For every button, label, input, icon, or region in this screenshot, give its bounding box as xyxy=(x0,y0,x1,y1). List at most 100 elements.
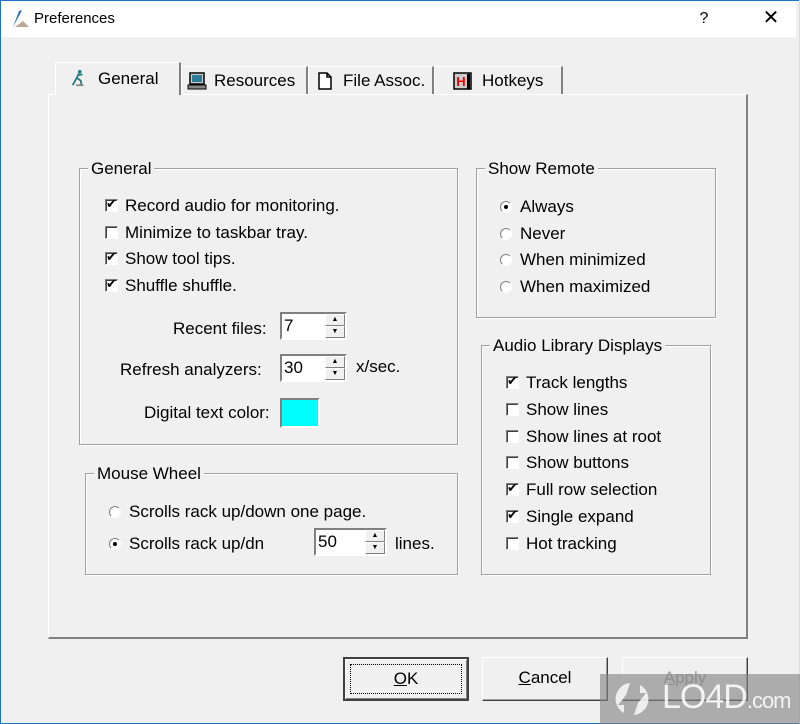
spin-down-button[interactable]: ▼ xyxy=(325,368,345,380)
checkbox[interactable] xyxy=(506,429,519,443)
tab-general[interactable]: General xyxy=(55,62,181,95)
spin-up-button[interactable]: ▲ xyxy=(365,530,385,542)
arrow-up-icon: ▲ xyxy=(331,358,339,365)
spin-up-button[interactable]: ▲ xyxy=(325,356,345,368)
digital-text-color-swatch[interactable] xyxy=(280,398,320,428)
checkbox[interactable]: ✔ xyxy=(506,480,519,497)
checkbox[interactable] xyxy=(506,402,519,416)
checkmark-icon: ✔ xyxy=(106,276,117,292)
ok-button[interactable]: OK xyxy=(343,657,469,701)
arrow-down-icon: ▼ xyxy=(331,370,339,377)
radio-dot-icon xyxy=(504,205,508,209)
cancel-mnemonic: C xyxy=(518,668,531,687)
help-button[interactable]: ? xyxy=(689,5,719,33)
close-button[interactable]: ✕ xyxy=(749,3,793,33)
refresh-analyzers-label: Refresh analyzers: xyxy=(120,360,262,379)
radio-label: Scrolls rack up/down one page. xyxy=(129,502,367,521)
checkmark-icon: ✔ xyxy=(507,480,518,496)
radio-button[interactable] xyxy=(500,201,512,213)
lines-unit-label: lines. xyxy=(395,534,435,553)
checkbox-label: Shuffle shuffle. xyxy=(125,276,237,296)
refresh-unit-label: x/sec. xyxy=(356,357,401,376)
spin-up-button[interactable]: ▲ xyxy=(325,314,345,326)
watermark-suffix: .com xyxy=(746,688,792,713)
checkbox[interactable]: ✔ xyxy=(105,249,118,266)
radio-label: When maximized xyxy=(520,277,651,297)
tab-hotkeys[interactable]: H Hotkeys xyxy=(434,66,563,94)
cancel-button[interactable]: Cancel xyxy=(482,657,608,701)
checkbox-label: Show buttons xyxy=(526,453,630,473)
checkbox[interactable]: ✔ xyxy=(105,276,118,293)
radio-label: Scrolls rack up/dn xyxy=(129,534,265,553)
checkmark-icon: ✔ xyxy=(106,249,117,265)
preferences-dialog: Preferences ? ✕ General Resources File A… xyxy=(0,0,799,724)
radio-button[interactable] xyxy=(109,538,121,550)
tab-label: File Assoc. xyxy=(343,71,426,90)
group-legend: Audio Library Displays xyxy=(490,336,666,356)
checkbox-label: Track lengths xyxy=(526,373,628,392)
checkbox-label: Show lines at root xyxy=(526,426,662,446)
scroll-lines-spinner[interactable]: 50 ▲ ▼ xyxy=(314,528,387,556)
runner-icon xyxy=(71,69,84,87)
checkbox-label: Hot tracking xyxy=(526,533,617,553)
radio-dot-icon xyxy=(113,542,117,546)
tab-label: Resources xyxy=(214,71,296,90)
title-bar: Preferences ? ✕ xyxy=(1,1,796,37)
watermark-brand: LO4D xyxy=(662,678,748,716)
group-legend: Show Remote xyxy=(485,159,598,179)
spin-down-button[interactable]: ▼ xyxy=(365,542,385,554)
tab-file-assoc[interactable]: File Assoc. xyxy=(308,66,434,94)
checkmark-icon: ✔ xyxy=(106,196,117,211)
radio-button[interactable] xyxy=(109,506,121,518)
digital-text-color-label: Digital text color: xyxy=(144,403,270,422)
focus-rectangle xyxy=(350,664,462,694)
hotkey-h-icon: H xyxy=(453,72,472,90)
checkbox-label: Record audio for monitoring. xyxy=(125,196,340,215)
checkbox[interactable]: ✔ xyxy=(105,196,118,212)
checkmark-icon: ✔ xyxy=(507,507,518,522)
radio-button[interactable] xyxy=(500,281,512,294)
checkbox[interactable] xyxy=(105,225,118,239)
close-icon: ✕ xyxy=(762,7,780,29)
group-legend: Mouse Wheel xyxy=(94,464,204,484)
radio-button[interactable] xyxy=(500,227,512,240)
arrow-down-icon: ▼ xyxy=(331,328,339,335)
checkbox-label: Show lines xyxy=(526,399,609,419)
checkbox[interactable] xyxy=(506,456,519,470)
checkmark-icon: ✔ xyxy=(507,373,518,388)
mouse-wheel-group: Mouse Wheel xyxy=(85,464,458,575)
svg-text:H: H xyxy=(456,74,465,89)
checkbox-label: Single expand xyxy=(526,507,634,526)
recent-files-label: Recent files: xyxy=(173,319,267,338)
watermark: LO4D.com xyxy=(600,674,800,724)
arrow-up-icon: ▲ xyxy=(331,316,339,323)
watermark-text: LO4D.com xyxy=(662,678,792,717)
recent-files-spinner[interactable]: 7 ▲ ▼ xyxy=(280,312,347,340)
scroll-lines-value: 50 xyxy=(318,532,337,551)
cancel-label: ancel xyxy=(530,668,572,687)
group-legend: General xyxy=(88,159,155,179)
arrow-down-icon: ▼ xyxy=(371,544,379,551)
checkbox-label: Full row selection xyxy=(526,480,658,500)
spin-down-button[interactable]: ▼ xyxy=(325,326,345,338)
tab-resources[interactable]: Resources xyxy=(181,66,308,94)
radio-label: When minimized xyxy=(520,250,646,270)
computer-icon xyxy=(187,72,207,90)
refresh-analyzers-spinner[interactable]: 30 ▲ ▼ xyxy=(280,354,347,382)
document-icon xyxy=(318,72,332,90)
app-icon xyxy=(13,10,29,27)
refresh-analyzers-value: 30 xyxy=(284,358,303,377)
lo4d-logo-icon xyxy=(615,683,649,715)
checkbox-label: Minimize to taskbar tray. xyxy=(125,222,308,242)
radio-label: Always xyxy=(520,197,574,216)
checkbox[interactable]: ✔ xyxy=(506,373,519,389)
tab-label: General xyxy=(98,69,159,88)
checkbox[interactable] xyxy=(506,536,519,550)
window-title: Preferences xyxy=(34,10,115,27)
radio-label: Never xyxy=(520,223,566,243)
arrow-up-icon: ▲ xyxy=(371,532,379,539)
checkbox[interactable]: ✔ xyxy=(506,507,519,523)
checkbox-label: Show tool tips. xyxy=(125,249,236,269)
recent-files-value: 7 xyxy=(284,316,294,335)
tab-label: Hotkeys xyxy=(482,71,544,90)
